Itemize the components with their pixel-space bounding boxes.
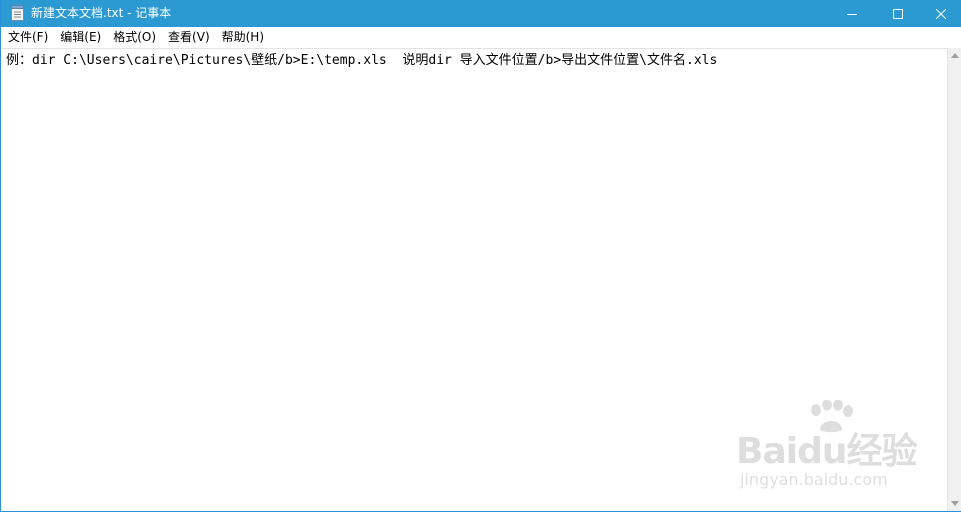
watermark-brand: Baidu经验 bbox=[736, 431, 917, 472]
close-icon bbox=[936, 8, 946, 19]
menu-help[interactable]: 帮助(H) bbox=[216, 27, 270, 48]
menu-file[interactable]: 文件(F) bbox=[2, 27, 54, 48]
baidu-jingyan-watermark: Baidu经验 jingyan.baidu.com bbox=[736, 400, 936, 495]
maximize-button[interactable] bbox=[875, 0, 921, 27]
notepad-window: 新建文本文档.txt - 记事本 文件(F) 编辑(E) 格式(O) 查看(V)… bbox=[0, 0, 961, 512]
scroll-down-arrow-icon[interactable] bbox=[951, 501, 959, 506]
menu-bar: 文件(F) 编辑(E) 格式(O) 查看(V) 帮助(H) bbox=[2, 27, 961, 48]
menu-format[interactable]: 格式(O) bbox=[107, 27, 162, 48]
menu-edit[interactable]: 编辑(E) bbox=[54, 27, 107, 48]
watermark-url: jingyan.baidu.com bbox=[740, 470, 888, 489]
scroll-up-arrow-icon[interactable] bbox=[951, 53, 959, 58]
menu-view[interactable]: 查看(V) bbox=[162, 27, 216, 48]
notepad-icon[interactable] bbox=[11, 5, 24, 21]
minimize-icon bbox=[847, 13, 857, 15]
minimize-button[interactable] bbox=[829, 0, 875, 27]
maximize-icon bbox=[893, 8, 903, 19]
title-bar[interactable]: 新建文本文档.txt - 记事本 bbox=[1, 0, 961, 27]
window-title: 新建文本文档.txt - 记事本 bbox=[31, 6, 172, 20]
close-button[interactable] bbox=[918, 0, 961, 27]
vertical-scrollbar[interactable] bbox=[947, 48, 961, 511]
editor-content[interactable]: 例：dir C:\Users\caire\Pictures\壁纸/b>E:\te… bbox=[6, 53, 717, 69]
